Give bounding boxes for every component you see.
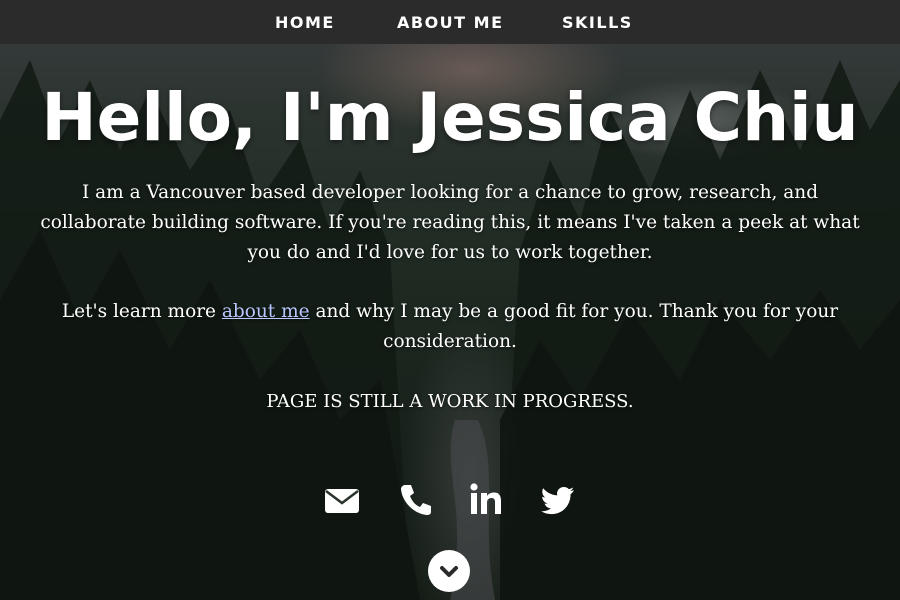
learn-more-text-before: Let's learn more [61,301,222,322]
intro-paragraph: I am a Vancouver based developer looking… [40,182,860,263]
nav-home-link[interactable]: HOME [275,13,335,32]
learn-more-text-after: and why I may be a good fit for you. Tha… [309,301,839,352]
email-link[interactable] [322,480,362,520]
learn-more-paragraph: Let's learn more about me and why I may … [40,297,860,357]
top-navbar: HOME ABOUT ME SKILLS [0,0,900,44]
hero-title: Hello, I'm Jessica Chiu [41,79,859,156]
nav-skills-link[interactable]: SKILLS [562,13,633,32]
twitter-link[interactable] [538,480,578,520]
phone-link[interactable] [396,480,436,520]
phone-icon [401,485,431,515]
nav-about-me-link[interactable]: ABOUT ME [397,13,504,32]
scroll-down-button[interactable] [428,550,470,592]
about-me-link[interactable]: about me [222,301,310,322]
hero-section: Hello, I'm Jessica Chiu I am a Vancouver… [0,0,900,600]
envelope-icon [325,489,359,513]
linkedin-link[interactable] [466,480,506,520]
chevron-down-icon [440,566,458,577]
linkedin-icon [470,483,501,514]
twitter-icon [541,487,574,515]
work-in-progress-notice: PAGE IS STILL A WORK IN PROGRESS. [266,391,634,412]
